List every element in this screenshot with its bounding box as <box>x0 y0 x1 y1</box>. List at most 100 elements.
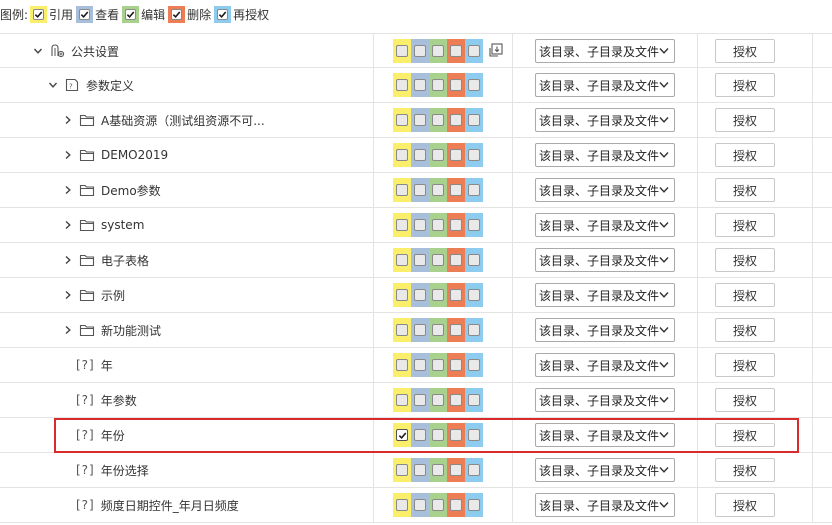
permission-checkbox-edit[interactable] <box>432 464 444 476</box>
permission-checkbox-delete[interactable] <box>450 219 462 231</box>
permission-checkbox-view[interactable] <box>414 394 426 406</box>
permission-checkbox-edit[interactable] <box>432 149 444 161</box>
authorize-button[interactable]: 授权 <box>715 318 775 342</box>
chevron-right-icon[interactable] <box>63 115 79 125</box>
permission-checkbox-delete[interactable] <box>450 464 462 476</box>
tree-node[interactable]: [?] 年 <box>76 348 113 382</box>
authorize-button[interactable]: 授权 <box>715 388 775 412</box>
authorize-button[interactable]: 授权 <box>715 73 775 97</box>
permission-checkbox-edit[interactable] <box>432 184 444 196</box>
permission-checkbox-reference[interactable] <box>396 429 408 441</box>
authorize-button[interactable]: 授权 <box>715 283 775 307</box>
permission-checkbox-edit[interactable] <box>432 254 444 266</box>
permission-checkbox-view[interactable] <box>414 499 426 511</box>
permission-checkbox-regrant[interactable] <box>468 464 480 476</box>
chevron-down-icon[interactable] <box>48 80 64 90</box>
permission-checkbox-reference[interactable] <box>396 499 408 511</box>
chevron-right-icon[interactable] <box>63 150 79 160</box>
permission-checkbox-reference[interactable] <box>396 394 408 406</box>
permission-checkbox-view[interactable] <box>414 324 426 336</box>
chevron-right-icon[interactable] <box>63 255 79 265</box>
permission-checkbox-delete[interactable] <box>450 79 462 91</box>
scope-select[interactable]: 该目录、子目录及文件 <box>535 39 675 63</box>
scope-select[interactable]: 该目录、子目录及文件 <box>535 493 675 517</box>
permission-checkbox-view[interactable] <box>414 359 426 371</box>
permission-checkbox-reference[interactable] <box>396 289 408 301</box>
tree-node[interactable]: ? 参数定义 <box>48 68 134 102</box>
authorize-button[interactable]: 授权 <box>715 39 775 63</box>
tree-node[interactable]: 电子表格 <box>63 243 149 277</box>
permission-checkbox-regrant[interactable] <box>468 45 480 57</box>
scope-select[interactable]: 该目录、子目录及文件 <box>535 73 675 97</box>
permission-checkbox-edit[interactable] <box>432 289 444 301</box>
permission-checkbox-view[interactable] <box>414 429 426 441</box>
scope-select[interactable]: 该目录、子目录及文件 <box>535 283 675 307</box>
permission-checkbox-delete[interactable] <box>450 45 462 57</box>
scope-select[interactable]: 该目录、子目录及文件 <box>535 178 675 202</box>
tree-node[interactable]: DEMO2019 <box>63 138 168 172</box>
scope-select[interactable]: 该目录、子目录及文件 <box>535 423 675 447</box>
permission-checkbox-delete[interactable] <box>450 499 462 511</box>
chevron-right-icon[interactable] <box>63 290 79 300</box>
permission-checkbox-edit[interactable] <box>432 79 444 91</box>
permission-checkbox-regrant[interactable] <box>468 324 480 336</box>
permission-checkbox-regrant[interactable] <box>468 359 480 371</box>
permission-checkbox-delete[interactable] <box>450 254 462 266</box>
permission-checkbox-view[interactable] <box>414 254 426 266</box>
permission-checkbox-edit[interactable] <box>432 219 444 231</box>
authorize-button[interactable]: 授权 <box>715 213 775 237</box>
permission-checkbox-view[interactable] <box>414 79 426 91</box>
permission-checkbox-delete[interactable] <box>450 324 462 336</box>
permission-checkbox-edit[interactable] <box>432 114 444 126</box>
authorize-button[interactable]: 授权 <box>715 178 775 202</box>
permission-checkbox-regrant[interactable] <box>468 499 480 511</box>
permission-checkbox-delete[interactable] <box>450 184 462 196</box>
scope-select[interactable]: 该目录、子目录及文件 <box>535 318 675 342</box>
permission-checkbox-reference[interactable] <box>396 45 408 57</box>
permission-checkbox-edit[interactable] <box>432 324 444 336</box>
authorize-button[interactable]: 授权 <box>715 423 775 447</box>
permission-checkbox-delete[interactable] <box>450 149 462 161</box>
permission-checkbox-edit[interactable] <box>432 45 444 57</box>
permission-checkbox-reference[interactable] <box>396 79 408 91</box>
authorize-button[interactable]: 授权 <box>715 353 775 377</box>
authorize-button[interactable]: 授权 <box>715 493 775 517</box>
permission-checkbox-regrant[interactable] <box>468 184 480 196</box>
tree-node[interactable]: 公共设置 <box>33 34 119 68</box>
permission-checkbox-edit[interactable] <box>432 499 444 511</box>
permission-checkbox-edit[interactable] <box>432 429 444 441</box>
permission-checkbox-regrant[interactable] <box>468 394 480 406</box>
permission-checkbox-edit[interactable] <box>432 359 444 371</box>
permission-checkbox-regrant[interactable] <box>468 149 480 161</box>
tree-node[interactable]: A基础资源（测试组资源不可... <box>63 103 265 137</box>
permission-checkbox-reference[interactable] <box>396 219 408 231</box>
authorize-button[interactable]: 授权 <box>715 458 775 482</box>
permission-checkbox-edit[interactable] <box>432 394 444 406</box>
permission-checkbox-delete[interactable] <box>450 359 462 371</box>
authorize-button[interactable]: 授权 <box>715 108 775 132</box>
apply-to-children-icon[interactable] <box>487 42 504 59</box>
permission-checkbox-regrant[interactable] <box>468 79 480 91</box>
tree-node[interactable]: [?] 年份选择 <box>76 453 149 487</box>
scope-select[interactable]: 该目录、子目录及文件 <box>535 388 675 412</box>
tree-node[interactable]: [?] 年参数 <box>76 383 137 417</box>
permission-checkbox-view[interactable] <box>414 464 426 476</box>
permission-checkbox-regrant[interactable] <box>468 254 480 266</box>
permission-checkbox-reference[interactable] <box>396 359 408 371</box>
permission-checkbox-view[interactable] <box>414 114 426 126</box>
chevron-down-icon[interactable] <box>33 46 49 56</box>
tree-node[interactable]: Demo参数 <box>63 173 161 207</box>
chevron-right-icon[interactable] <box>63 220 79 230</box>
permission-checkbox-reference[interactable] <box>396 254 408 266</box>
permission-checkbox-regrant[interactable] <box>468 114 480 126</box>
chevron-right-icon[interactable] <box>63 185 79 195</box>
scope-select[interactable]: 该目录、子目录及文件 <box>535 458 675 482</box>
permission-checkbox-reference[interactable] <box>396 149 408 161</box>
permission-checkbox-delete[interactable] <box>450 394 462 406</box>
permission-checkbox-regrant[interactable] <box>468 289 480 301</box>
scope-select[interactable]: 该目录、子目录及文件 <box>535 213 675 237</box>
permission-checkbox-delete[interactable] <box>450 114 462 126</box>
permission-checkbox-delete[interactable] <box>450 289 462 301</box>
permission-checkbox-view[interactable] <box>414 219 426 231</box>
permission-checkbox-regrant[interactable] <box>468 429 480 441</box>
